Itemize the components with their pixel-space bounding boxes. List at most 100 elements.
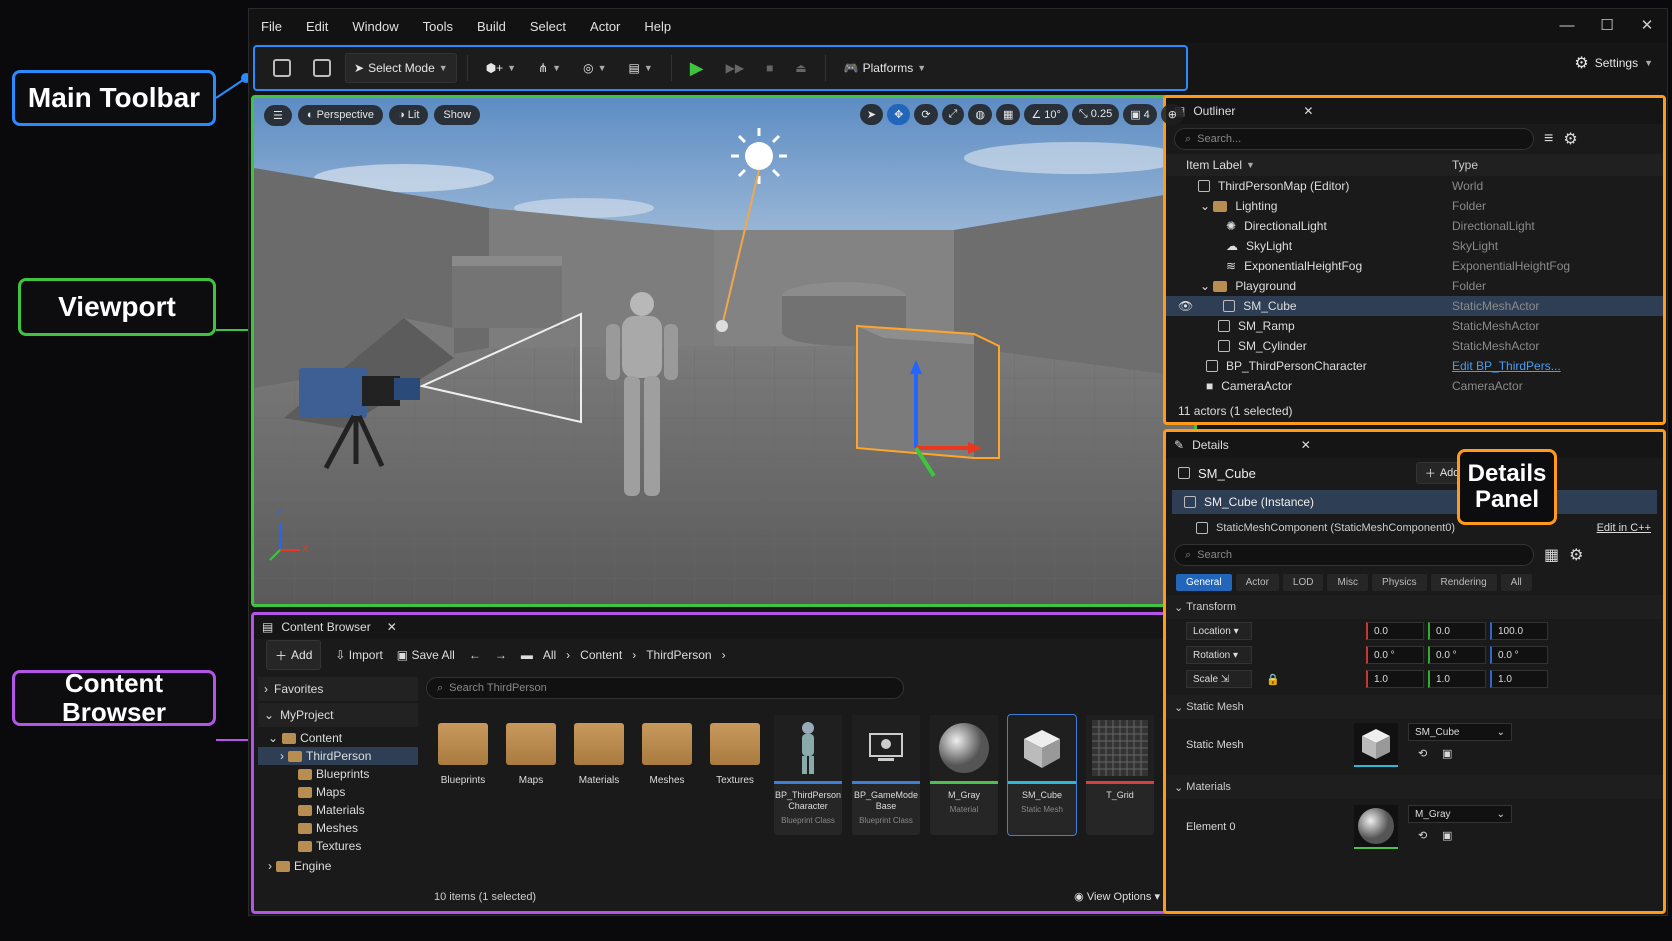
rotation-y-field[interactable]: 0.0 ° (1428, 646, 1486, 664)
blueprints-button[interactable]: ⋔ ▼ (530, 53, 569, 83)
outliner-row-sm-ramp[interactable]: SM_Ramp StaticMeshActor (1166, 316, 1663, 336)
folder-meshes[interactable]: Meshes (638, 715, 696, 835)
translate-tool-icon[interactable]: ✥ (887, 104, 911, 125)
menu-select[interactable]: Select (518, 19, 578, 34)
component-row[interactable]: StaticMeshComponent (StaticMeshComponent… (1166, 516, 1663, 540)
static-mesh-thumbnail[interactable] (1354, 723, 1398, 767)
folder-textures[interactable]: Textures (706, 715, 764, 835)
project-section[interactable]: ⌄ MyProject (258, 703, 418, 727)
material-dropdown[interactable]: M_Gray ⌄ (1408, 805, 1512, 823)
tree-item-thirdperson[interactable]: › ThirdPerson (258, 747, 418, 765)
static-mesh-section[interactable]: ⌄ Static Mesh (1166, 695, 1663, 719)
close-tab-icon[interactable]: ✕ (1303, 104, 1313, 118)
grid-snap-icon[interactable]: ▦ (995, 104, 1021, 125)
platforms-dropdown[interactable]: 🎮 Platforms ▼ (836, 53, 935, 83)
rotation-snap-button[interactable]: ∠ 10° (1024, 104, 1068, 125)
use-selected-icon[interactable]: ▣ (1442, 747, 1452, 760)
outliner-row-world[interactable]: ThirdPersonMap (Editor) World (1166, 176, 1663, 196)
rotation-z-field[interactable]: 0.0 ° (1490, 646, 1548, 664)
tab-lod[interactable]: LOD (1282, 574, 1324, 591)
menu-actor[interactable]: Actor (578, 19, 632, 34)
edit-blueprint-link[interactable]: Edit BP_ThirdPers... (1452, 359, 1561, 373)
scale-tool-icon[interactable]: ⤢ (941, 104, 965, 125)
world-button[interactable]: ◎ ▼ (575, 53, 614, 83)
folder-blueprints[interactable]: Blueprints (434, 715, 492, 835)
browse-asset-icon[interactable]: ⟲ (1418, 829, 1427, 842)
asset-search-input[interactable]: ⌕ Search ThirdPerson (426, 677, 904, 699)
outliner-search-input[interactable]: ⌕ Search... (1174, 128, 1534, 150)
rotation-dropdown[interactable]: Rotation ▾ (1186, 646, 1252, 664)
save-all-button[interactable]: ▣ Save All (397, 648, 455, 662)
menu-help[interactable]: Help (632, 19, 683, 34)
breadcrumb-all[interactable]: All (543, 648, 556, 662)
viewport[interactable]: Z X ☰ ◐ Perspective ◑ Lit Show ➤ ✥ ⟳ ⤢ ◍… (251, 95, 1197, 607)
filter-icon[interactable]: ≡ (1544, 130, 1553, 148)
gear-icon[interactable]: ⚙ (1563, 129, 1577, 149)
tab-general[interactable]: General (1176, 574, 1232, 591)
content-browser-tab[interactable]: ▤ Content Browser ✕ (254, 615, 1194, 639)
outliner-tab[interactable]: ▤ Outliner ✕ (1166, 98, 1663, 124)
maximize-viewport-icon[interactable]: ⊕ (1160, 104, 1184, 125)
camera-speed-button[interactable]: ▣ 4 (1123, 104, 1157, 125)
outliner-row-fog[interactable]: ≋ ExponentialHeightFog ExponentialHeightFo… (1166, 256, 1663, 276)
settings-button[interactable]: ⚙ Settings ▼ (1574, 53, 1653, 73)
menu-file[interactable]: File (249, 19, 294, 34)
close-window-button[interactable]: ✕ (1627, 9, 1667, 43)
location-dropdown[interactable]: Location ▾ (1186, 622, 1252, 640)
maximize-button[interactable]: ☐ (1587, 9, 1627, 43)
breadcrumb-thirdperson[interactable]: ThirdPerson (646, 648, 711, 662)
menu-edit[interactable]: Edit (294, 19, 340, 34)
rotation-x-field[interactable]: 0.0 ° (1366, 646, 1424, 664)
minimize-button[interactable]: — (1547, 9, 1587, 43)
outliner-row-playground[interactable]: ⌄ Playground Folder (1166, 276, 1663, 296)
location-y-field[interactable]: 0.0 (1428, 622, 1486, 640)
scale-z-field[interactable]: 1.0 (1490, 670, 1548, 688)
tree-item-textures[interactable]: Textures (258, 837, 418, 855)
menu-build[interactable]: Build (465, 19, 518, 34)
location-z-field[interactable]: 100.0 (1490, 622, 1548, 640)
instance-row[interactable]: SM_Cube (Instance) (1172, 490, 1657, 514)
view-options-button[interactable]: ◉ View Options ▾ (1074, 890, 1160, 903)
details-search-input[interactable]: ⌕ Search (1174, 544, 1534, 566)
skip-button[interactable]: ▶▶ (718, 53, 752, 83)
folder-maps[interactable]: Maps (502, 715, 560, 835)
scale-dropdown[interactable]: Scale ⇲ (1186, 670, 1252, 688)
add-button[interactable]: ＋ Add (266, 640, 322, 670)
play-button[interactable]: ▶ (682, 53, 712, 83)
select-mode-dropdown[interactable]: ➤ Select Mode ▼ (345, 53, 457, 83)
gear-icon[interactable]: ⚙ (1569, 545, 1583, 565)
save-level-button[interactable] (265, 53, 299, 83)
visibility-eye-icon[interactable]: 👁 (1178, 299, 1193, 313)
transform-section[interactable]: ⌄ Transform (1166, 595, 1663, 619)
back-arrow-icon[interactable]: ← (469, 648, 481, 662)
tab-misc[interactable]: Misc (1327, 574, 1369, 591)
outliner-row-sm-cube[interactable]: 👁 SM_Cube StaticMeshActor (1166, 296, 1663, 316)
folder-materials[interactable]: Materials (570, 715, 628, 835)
asset-bp-gamemode-base[interactable]: BP_GameMode Base Blueprint Class (852, 715, 920, 835)
stop-button[interactable]: ■ (758, 53, 781, 83)
tree-item-maps[interactable]: Maps (258, 783, 418, 801)
materials-section[interactable]: ⌄ Materials (1166, 775, 1663, 799)
asset-m-gray[interactable]: M_Gray Material (930, 715, 998, 835)
menu-window[interactable]: Window (340, 19, 410, 34)
outliner-row-cameraactor[interactable]: ■ CameraActor CameraActor (1166, 376, 1663, 396)
select-tool-icon[interactable]: ➤ (859, 104, 884, 125)
asset-bp-thirdperson-character[interactable]: BP_ThirdPerson Character Blueprint Class (774, 715, 842, 835)
breadcrumb-content[interactable]: Content (580, 648, 622, 662)
outliner-row-skylight[interactable]: ☁ SkyLight SkyLight (1166, 236, 1663, 256)
menu-tools[interactable]: Tools (411, 19, 465, 34)
viewport-menu-button[interactable]: ☰ (264, 104, 292, 126)
use-selected-icon[interactable]: ▣ (1442, 829, 1452, 842)
world-space-icon[interactable]: ◍ (968, 104, 992, 125)
favorites-section[interactable]: › Favorites (258, 677, 418, 701)
location-x-field[interactable]: 0.0 (1366, 622, 1424, 640)
tree-item-engine[interactable]: › Engine (258, 857, 418, 875)
column-item-label[interactable]: Item Label (1186, 158, 1242, 172)
tab-all[interactable]: All (1500, 574, 1532, 591)
tree-item-materials[interactable]: Materials (258, 801, 418, 819)
close-tab-icon[interactable]: ✕ (1301, 438, 1311, 452)
details-tab[interactable]: ✎ Details ✕ (1166, 432, 1663, 458)
show-button[interactable]: Show (434, 105, 480, 125)
scale-y-field[interactable]: 1.0 (1428, 670, 1486, 688)
outliner-row-directionallight[interactable]: ✺ DirectionalLight DirectionalLight (1166, 216, 1663, 236)
